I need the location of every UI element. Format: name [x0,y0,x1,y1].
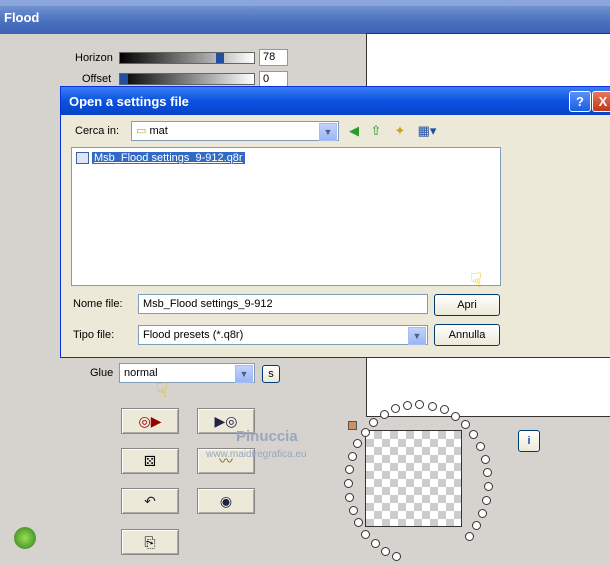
glue-label: Glue [90,367,114,379]
filetype-select[interactable]: Flood presets (*.q8r) ▼ [138,325,428,345]
look-in-value: mat [149,125,168,137]
view-menu-icon[interactable]: ▦▾ [415,122,439,140]
watermark-url: www.maidiregrafica.eu [206,449,307,460]
navigator-dot [403,401,412,410]
close-button[interactable]: X [592,91,610,112]
new-folder-icon[interactable]: ✦ [391,122,409,140]
reset-button[interactable]: ◉ [197,488,255,514]
open-settings-dialog: Open a settings file ? X Cerca in: ▭ mat… [60,86,610,358]
navigator-dot [484,482,493,491]
help-button[interactable]: ? [569,91,591,112]
navigator-dot [348,452,357,461]
offset-slider-thumb[interactable] [120,74,128,84]
look-in-select[interactable]: ▭ mat ▼ [131,121,339,141]
navigator-dot [482,496,491,505]
navigator-dot [361,530,370,539]
navigator-dot [469,430,478,439]
cancel-button[interactable]: Annulla [434,324,500,346]
filetype-value: Flood presets (*.q8r) [143,329,244,341]
randomize-button[interactable]: ⚄ [121,448,179,474]
look-in-label: Cerca in: [75,125,120,137]
glue-select[interactable]: normal ▼ [119,363,255,383]
horizon-label: Horizon [75,52,113,64]
file-icon [76,152,89,164]
flood-menu-strip [0,0,610,6]
back-icon[interactable]: ◀ [345,122,363,140]
chevron-down-icon[interactable]: ▼ [319,123,337,141]
navigator-dot [472,521,481,530]
navigator-dot [353,439,362,448]
glue-value: normal [124,367,158,379]
copy-icon: ⎘ [144,533,156,550]
navigator-dot [361,428,370,437]
navigator-dot [428,402,437,411]
pointing-hand-icon: ☟ [156,380,169,402]
navigator-dot [391,404,400,413]
navigator-dot [481,455,490,464]
navigator-dot [380,410,389,419]
file-item[interactable]: Msb_Flood settings_9-912.q8r [76,152,245,164]
filename-input[interactable]: Msb_Flood settings_9-912 [138,294,428,314]
navigator-dot [478,509,487,518]
circle-icon: ◉ [219,492,233,509]
app-logo-icon [14,527,36,549]
navigator-dot [371,539,380,548]
filename-label: Nome file: [73,298,123,310]
watermark-name: Pinuccia [236,428,298,445]
undo-button[interactable]: ↶ [121,488,179,514]
navigator-dot [415,400,424,409]
navigator-dot [476,442,485,451]
s-button[interactable]: s [262,365,280,383]
navigator-dot [354,518,363,527]
navigator-dot [369,418,378,427]
chevron-down-icon[interactable]: ▼ [408,327,426,345]
file-list[interactable]: Msb_Flood settings_9-912.q8r [71,147,501,286]
file-name: Msb_Flood settings_9-912.q8r [92,152,245,164]
horizon-value-field[interactable]: 78 [259,49,288,66]
info-button[interactable]: i [518,430,540,452]
flood-window-title: Flood [4,10,40,25]
navigator-dot [349,506,358,515]
navigator-dot [392,552,401,561]
horizon-slider-thumb[interactable] [216,53,224,63]
folder-icon: ▭ [136,125,147,137]
filetype-label: Tipo file: [73,329,115,341]
open-button[interactable]: Apri [434,294,500,316]
pointing-hand-icon: ☟ [470,270,483,292]
up-folder-icon[interactable]: ⇧ [367,122,385,140]
copy-button[interactable]: ⎘ [121,529,179,555]
navigator-dot [345,493,354,502]
navigator-dot [344,479,353,488]
navigator-dot [451,412,460,421]
horizon-slider[interactable] [119,52,255,64]
navigator-handle[interactable] [348,421,357,430]
offset-label: Offset [82,73,112,85]
dice-icon: ⚄ [143,452,157,469]
navigator-dot [461,420,470,429]
load-preset-icon: ◎▶ [138,412,162,429]
navigator-dot [381,547,390,556]
load-preset-button[interactable]: ◎▶ [121,408,179,434]
navigator-dot [483,468,492,477]
navigator-dot [465,532,474,541]
navigator-preview[interactable] [365,430,462,527]
chevron-down-icon[interactable]: ▼ [235,365,253,383]
navigator-dot [345,465,354,474]
undo-icon: ↶ [144,492,156,509]
navigator-dot [440,405,449,414]
offset-slider[interactable] [119,73,255,85]
dialog-title: Open a settings file [69,94,189,109]
save-preset-icon: ▶◎ [214,412,238,429]
